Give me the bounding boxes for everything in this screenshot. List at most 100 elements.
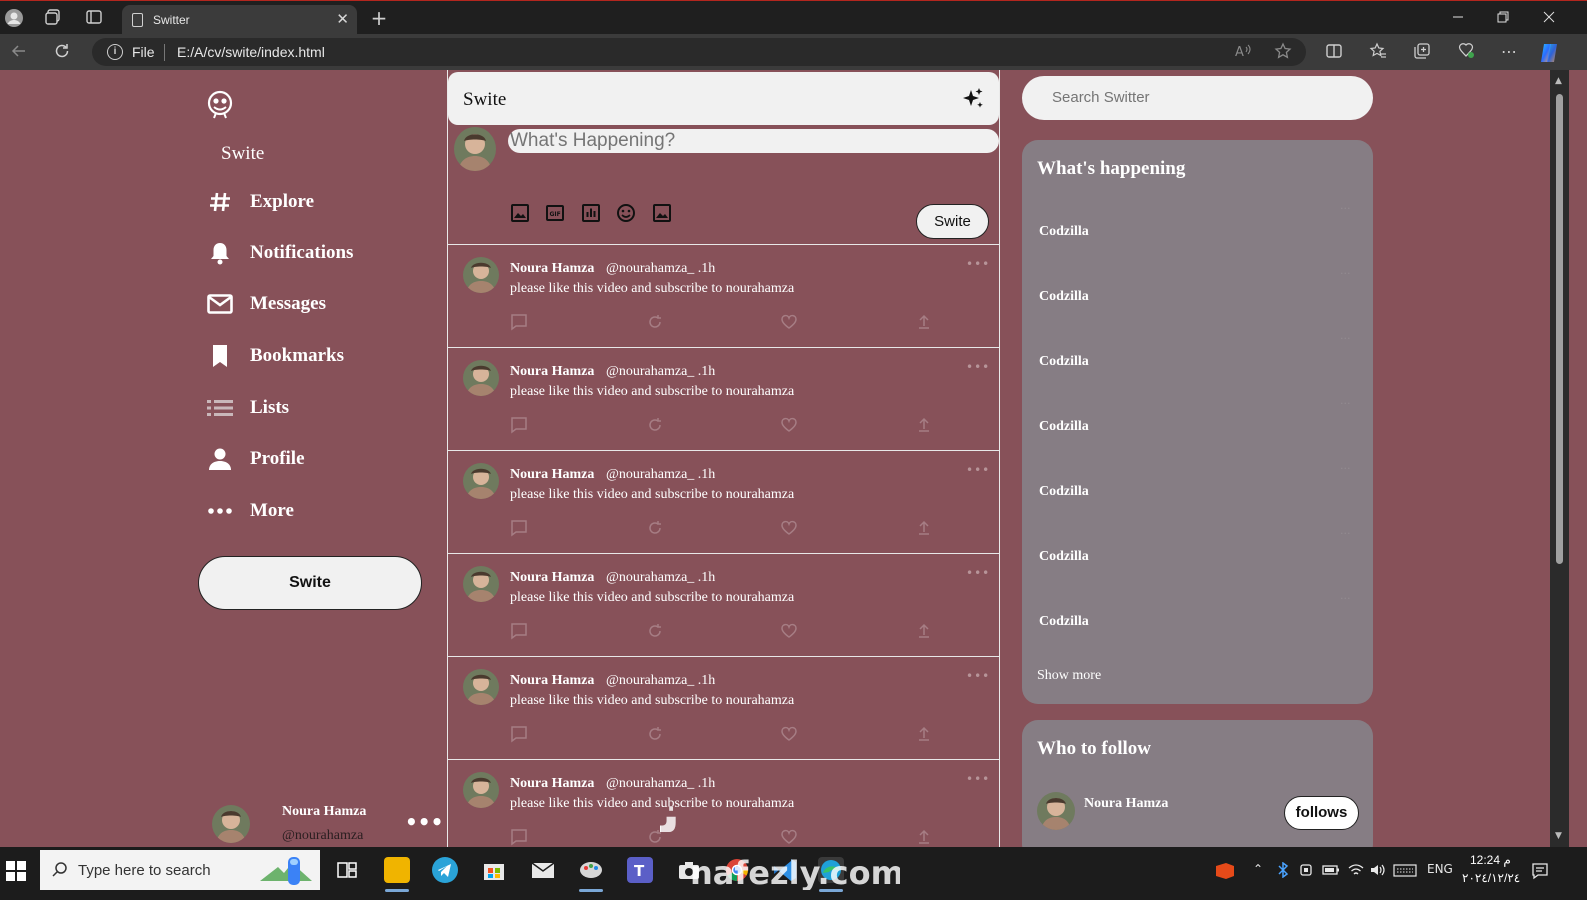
brand-name[interactable]: Swite — [221, 143, 264, 165]
show-hidden-icons[interactable]: ⌃ — [1253, 862, 1263, 876]
compose-input[interactable] — [508, 129, 999, 153]
post-author-name[interactable]: Noura Hamza — [510, 570, 594, 586]
scroll-down-icon[interactable]: ▼ — [1555, 831, 1562, 841]
post[interactable]: Noura Hamza @nourahamza_ .1h please like… — [448, 451, 999, 554]
file-explorer-icon[interactable] — [384, 857, 410, 883]
trend-item[interactable]: Codzilla — [1039, 289, 1089, 305]
trend-item[interactable]: Codzilla — [1039, 224, 1089, 240]
scroll-up-icon[interactable]: ▲ — [1555, 76, 1562, 86]
avatar[interactable] — [463, 360, 499, 396]
url-field[interactable]: i File E:/A/cv/swite/index.html — [92, 38, 1306, 66]
notifications-icon[interactable] — [1531, 862, 1549, 883]
follow-button[interactable]: follows — [1284, 796, 1359, 830]
taskbar-search-box[interactable]: Type here to search — [40, 850, 320, 890]
tab-actions-icon[interactable] — [84, 8, 104, 28]
nav-lists[interactable]: Lists — [206, 392, 289, 424]
paint-app-icon[interactable] — [578, 857, 604, 883]
like-icon[interactable] — [780, 622, 798, 640]
close-window-icon[interactable] — [1543, 7, 1555, 31]
reply-icon[interactable] — [510, 725, 528, 743]
schedule-image-icon[interactable] — [652, 203, 672, 223]
show-more-link[interactable]: Show more — [1037, 668, 1101, 684]
workspaces-icon[interactable] — [43, 8, 63, 28]
trend-item[interactable]: Codzilla — [1039, 419, 1089, 435]
post[interactable]: Noura Hamza @nourahamza_ .1h please like… — [448, 554, 999, 657]
reswite-icon[interactable] — [646, 828, 664, 846]
info-icon[interactable]: i — [107, 44, 123, 60]
nav-more[interactable]: More — [206, 495, 294, 527]
avatar[interactable] — [1037, 792, 1075, 830]
clock-time[interactable]: 12:24 م — [1470, 853, 1511, 867]
battery-icon[interactable] — [1322, 862, 1340, 881]
user-more-icon[interactable]: ••• — [405, 810, 443, 834]
scrollbar-thumb[interactable] — [1556, 94, 1563, 564]
avatar[interactable] — [463, 669, 499, 705]
post-more-icon[interactable]: ••• — [966, 257, 990, 271]
split-screen-icon[interactable] — [1324, 42, 1344, 62]
post[interactable]: Noura Hamza @nourahamza_ .1h please like… — [448, 245, 999, 348]
like-icon[interactable] — [780, 416, 798, 434]
reswite-icon[interactable] — [646, 416, 664, 434]
trend-more-icon[interactable]: ··· — [1340, 202, 1351, 215]
read-aloud-icon[interactable]: A — [1233, 42, 1253, 62]
clock-date[interactable]: ٢٠٢٤/١٢/٢٤ — [1462, 871, 1520, 885]
post-more-icon[interactable]: ••• — [966, 463, 990, 477]
trend-item[interactable]: Codzilla — [1039, 614, 1089, 630]
post[interactable]: Noura Hamza @nourahamza_ .1h please like… — [448, 760, 999, 847]
emoji-icon[interactable] — [616, 203, 636, 223]
share-icon[interactable] — [915, 828, 933, 846]
nav-bookmarks[interactable]: Bookmarks — [206, 340, 344, 372]
favorites-icon[interactable] — [1368, 42, 1388, 62]
reply-icon[interactable] — [510, 828, 528, 846]
trend-more-icon[interactable]: ··· — [1340, 397, 1351, 410]
chrome-icon[interactable] — [724, 857, 750, 883]
trend-item[interactable]: Codzilla — [1039, 484, 1089, 500]
trend-item[interactable]: Codzilla — [1039, 354, 1089, 370]
post-author-name[interactable]: Noura Hamza — [510, 673, 594, 689]
share-icon[interactable] — [915, 622, 933, 640]
windows-start-icon[interactable] — [6, 861, 26, 881]
post-more-icon[interactable]: ••• — [966, 566, 990, 580]
trend-more-icon[interactable]: ··· — [1340, 267, 1351, 280]
trend-more-icon[interactable]: ··· — [1340, 332, 1351, 345]
nav-profile[interactable]: Profile — [206, 443, 305, 475]
task-view-icon[interactable] — [334, 857, 360, 883]
back-icon[interactable] — [9, 42, 29, 62]
reswite-icon[interactable] — [646, 622, 664, 640]
volume-icon[interactable] — [1369, 862, 1387, 881]
browser-essentials-icon[interactable] — [1456, 42, 1476, 62]
nav-explore[interactable]: Explore — [206, 186, 314, 218]
image-icon[interactable] — [510, 203, 530, 223]
like-icon[interactable] — [780, 828, 798, 846]
reswite-icon[interactable] — [646, 313, 664, 331]
refresh-icon[interactable] — [52, 42, 72, 62]
poll-icon[interactable] — [581, 203, 601, 223]
post-more-icon[interactable]: ••• — [966, 772, 990, 786]
avatar[interactable] — [212, 805, 250, 843]
wifi-icon[interactable] — [1347, 862, 1365, 881]
reply-icon[interactable] — [510, 313, 528, 331]
settings-more-icon[interactable]: ⋯ — [1499, 42, 1519, 62]
reply-icon[interactable] — [510, 416, 528, 434]
share-icon[interactable] — [915, 725, 933, 743]
camera-icon[interactable] — [676, 857, 702, 883]
reply-icon[interactable] — [510, 622, 528, 640]
new-tab-icon[interactable]: + — [369, 8, 389, 28]
like-icon[interactable] — [780, 519, 798, 537]
post-author-name[interactable]: Noura Hamza — [510, 364, 594, 380]
post[interactable]: Noura Hamza @nourahamza_ .1h please like… — [448, 348, 999, 451]
minimize-icon[interactable] — [1452, 7, 1464, 31]
search-input[interactable] — [1022, 76, 1373, 120]
avatar[interactable] — [463, 257, 499, 293]
reply-icon[interactable] — [510, 519, 528, 537]
telegram-icon[interactable] — [432, 857, 458, 883]
avatar[interactable] — [463, 772, 499, 808]
reswite-icon[interactable] — [646, 725, 664, 743]
browser-tab[interactable]: Switter ✕ — [122, 5, 357, 35]
nav-messages[interactable]: Messages — [206, 288, 326, 320]
sidebar-swite-button[interactable]: Swite — [198, 556, 422, 610]
sparkle-icon[interactable] — [961, 87, 985, 111]
restore-icon[interactable] — [1497, 7, 1509, 31]
post[interactable]: Noura Hamza @nourahamza_ .1h please like… — [448, 657, 999, 760]
close-tab-icon[interactable]: ✕ — [336, 10, 349, 28]
